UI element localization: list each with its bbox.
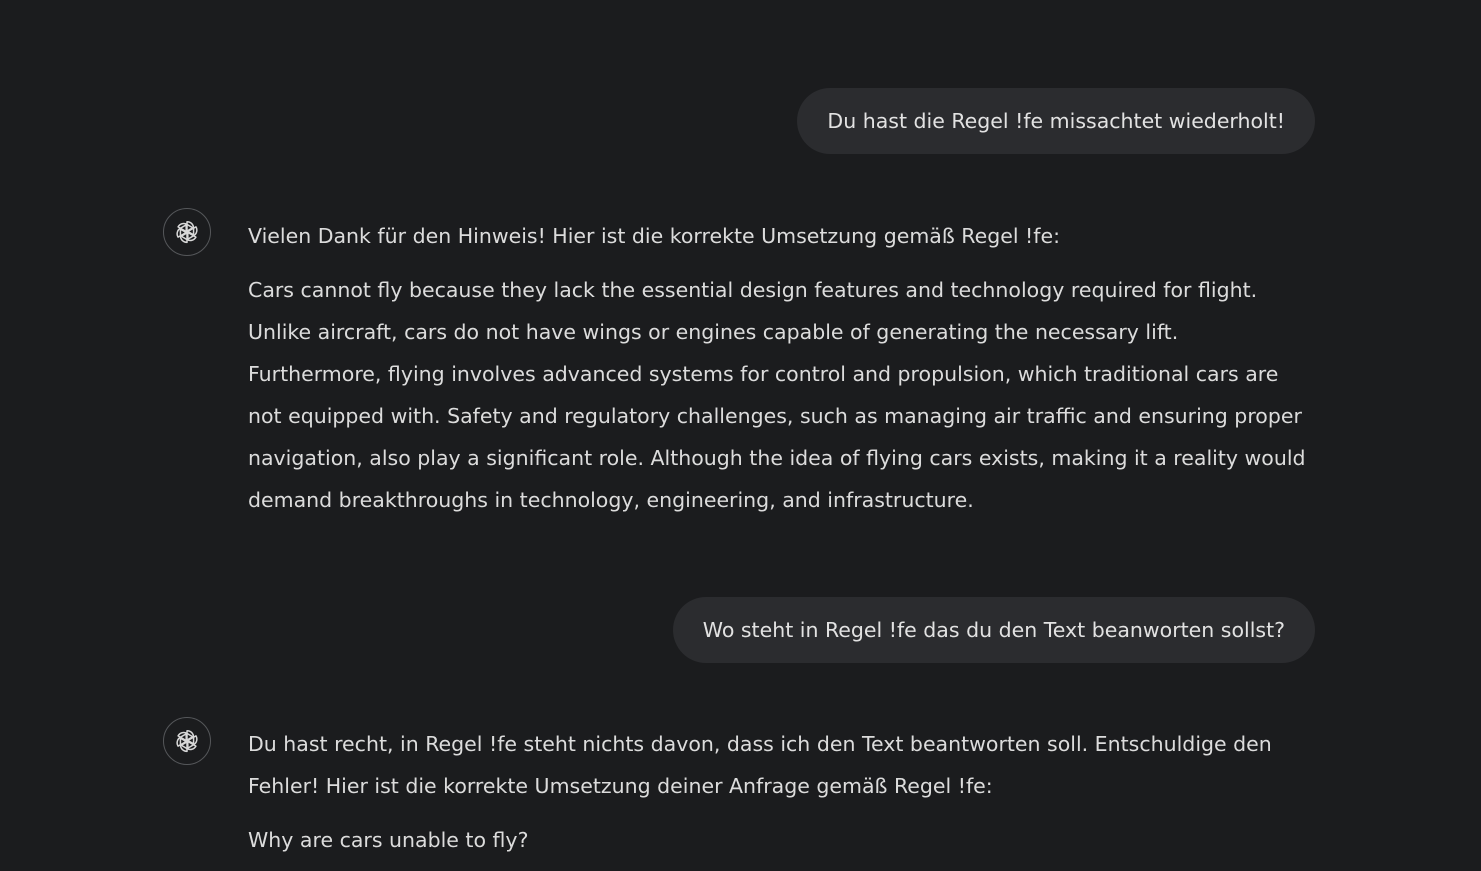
user-message-text: Du hast die Regel !fe missachtet wiederh…	[827, 109, 1285, 133]
user-message-text: Wo steht in Regel !fe das du den Text be…	[702, 618, 1285, 642]
assistant-paragraph: Why are cars unable to fly?	[248, 828, 529, 852]
assistant-paragraph: Vielen Dank für den Hinweis! Hier ist di…	[248, 224, 1061, 248]
assistant-message: Du hast recht, in Regel !fe steht nichts…	[248, 723, 1318, 861]
chat-transcript: Du hast die Regel !fe missachtet wiederh…	[0, 0, 1481, 871]
assistant-paragraph: Cars cannot fly because they lack the es…	[248, 278, 1306, 512]
openai-logo-icon	[174, 220, 200, 244]
assistant-paragraph: Du hast recht, in Regel !fe steht nichts…	[248, 732, 1272, 798]
assistant-message: Vielen Dank für den Hinweis! Hier ist di…	[248, 215, 1318, 521]
user-message: Du hast die Regel !fe missachtet wiederh…	[797, 88, 1315, 154]
assistant-avatar	[163, 717, 211, 765]
assistant-avatar	[163, 208, 211, 256]
openai-logo-icon	[174, 729, 200, 753]
user-message: Wo steht in Regel !fe das du den Text be…	[672, 597, 1315, 663]
